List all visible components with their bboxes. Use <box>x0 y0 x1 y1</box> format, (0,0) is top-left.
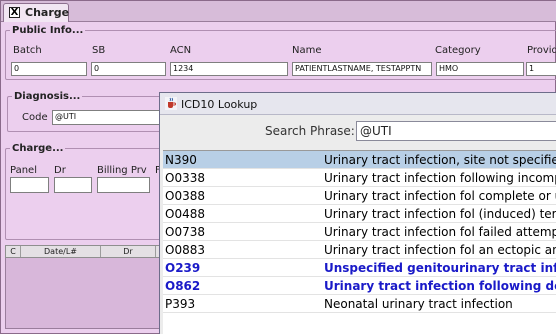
patient-name-field[interactable]: PATIENTLASTNAME, TESTAPPTN <box>292 62 432 76</box>
result-description: Urinary tract infection following delive… <box>324 279 556 293</box>
search-phrase-input[interactable]: @UTI <box>356 121 556 141</box>
result-row[interactable]: O0883 Urinary tract infection fol an ecto… <box>163 241 556 259</box>
result-row[interactable]: O239 Unspecified genitourinary tract infe… <box>163 259 556 277</box>
diagnosis-code-field[interactable]: @UTI <box>52 110 176 125</box>
diagnosis-legend: Diagnosis... <box>12 91 83 102</box>
result-row[interactable]: O862 Urinary tract infection following de… <box>163 277 556 295</box>
grid-col-dr[interactable]: Dr <box>101 246 156 257</box>
result-description: Urinary tract infection following incomp… <box>324 171 556 185</box>
result-code: O0738 <box>165 225 205 239</box>
tab-charge-label: Charge <box>25 6 70 19</box>
sb-label: SB <box>92 45 106 56</box>
tab-strip: X Charge <box>1 1 556 22</box>
panel-label: Panel <box>10 165 37 176</box>
result-row[interactable]: N390 Urinary tract infection, site not sp… <box>163 151 556 169</box>
category-label: Category <box>435 45 481 56</box>
diagnosis-code-label: Code <box>22 112 48 123</box>
batch-label: Batch <box>13 45 42 56</box>
result-code: O0488 <box>165 207 205 221</box>
charge-grid-body[interactable] <box>5 258 170 329</box>
dr-field[interactable] <box>54 177 92 193</box>
result-description: Urinary tract infection fol an ectopic a… <box>324 243 556 257</box>
diagnosis-section: Diagnosis... Code @UTI <box>7 91 177 132</box>
tab-charge[interactable]: X Charge <box>3 3 69 22</box>
result-code: O0883 <box>165 243 205 257</box>
result-row[interactable]: O0488 Urinary tract infection fol (induce… <box>163 205 556 223</box>
acn-label: ACN <box>170 45 192 56</box>
charge-grid-header: C Date/L# Dr <box>5 245 170 258</box>
result-description: Urinary tract infection fol failed attem… <box>324 225 556 239</box>
close-icon[interactable]: X <box>9 7 20 18</box>
panel-field[interactable] <box>10 177 49 193</box>
dr-label: Dr <box>54 165 66 176</box>
charge-legend: Charge... <box>10 143 66 154</box>
billing-prv-label: Billing Prv <box>97 165 147 176</box>
public-info-legend: Public Info... <box>10 25 86 36</box>
result-description: Urinary tract infection, site not specif… <box>324 153 556 167</box>
result-row[interactable]: O0738 Urinary tract infection fol failed … <box>163 223 556 241</box>
result-description: Unspecified genitourinary tract infectio… <box>324 261 556 275</box>
provider-label: Provid <box>527 45 556 56</box>
result-description: Urinary tract infection fol (induced) te… <box>324 207 556 221</box>
batch-field[interactable]: 0 <box>11 62 87 76</box>
charge-section: Charge... Panel Dr Billing Prv F <box>5 143 175 240</box>
result-description: Neonatal urinary tract infection <box>324 297 513 311</box>
provider-field[interactable]: 1 <box>526 62 556 76</box>
java-cup-icon <box>165 97 177 110</box>
result-code: O239 <box>165 261 201 275</box>
grid-col-c[interactable]: C <box>6 246 21 257</box>
result-row[interactable]: P393 Neonatal urinary tract infection <box>163 295 556 313</box>
results-list[interactable]: N390 Urinary tract infection, site not sp… <box>163 150 556 334</box>
result-row[interactable]: O0388 Urinary tract infection fol complet… <box>163 187 556 205</box>
result-code: P393 <box>165 297 196 311</box>
dialog-title: ICD10 Lookup <box>181 98 258 111</box>
result-code: O862 <box>165 279 201 293</box>
result-code: O0338 <box>165 171 205 185</box>
dialog-title-bar[interactable]: ICD10 Lookup <box>160 93 556 115</box>
icd10-lookup-dialog: ICD10 Lookup Search Phrase: @UTI N390 Uri… <box>159 92 556 334</box>
result-description: Urinary tract infection fol complete or … <box>324 189 556 203</box>
result-code: O0388 <box>165 189 205 203</box>
public-info-section: Public Info... Batch SB ACN Name Categor… <box>5 25 556 80</box>
name-label: Name <box>292 45 322 56</box>
result-row[interactable]: O0338 Urinary tract infection following i… <box>163 169 556 187</box>
acn-field[interactable]: 1234 <box>170 62 288 76</box>
result-code: N390 <box>165 153 197 167</box>
billing-prv-field[interactable] <box>97 177 150 193</box>
sb-field[interactable]: 0 <box>91 62 166 76</box>
search-phrase-label: Search Phrase: <box>265 124 355 138</box>
category-field[interactable]: HMO <box>436 62 524 76</box>
grid-col-date[interactable]: Date/L# <box>21 246 101 257</box>
